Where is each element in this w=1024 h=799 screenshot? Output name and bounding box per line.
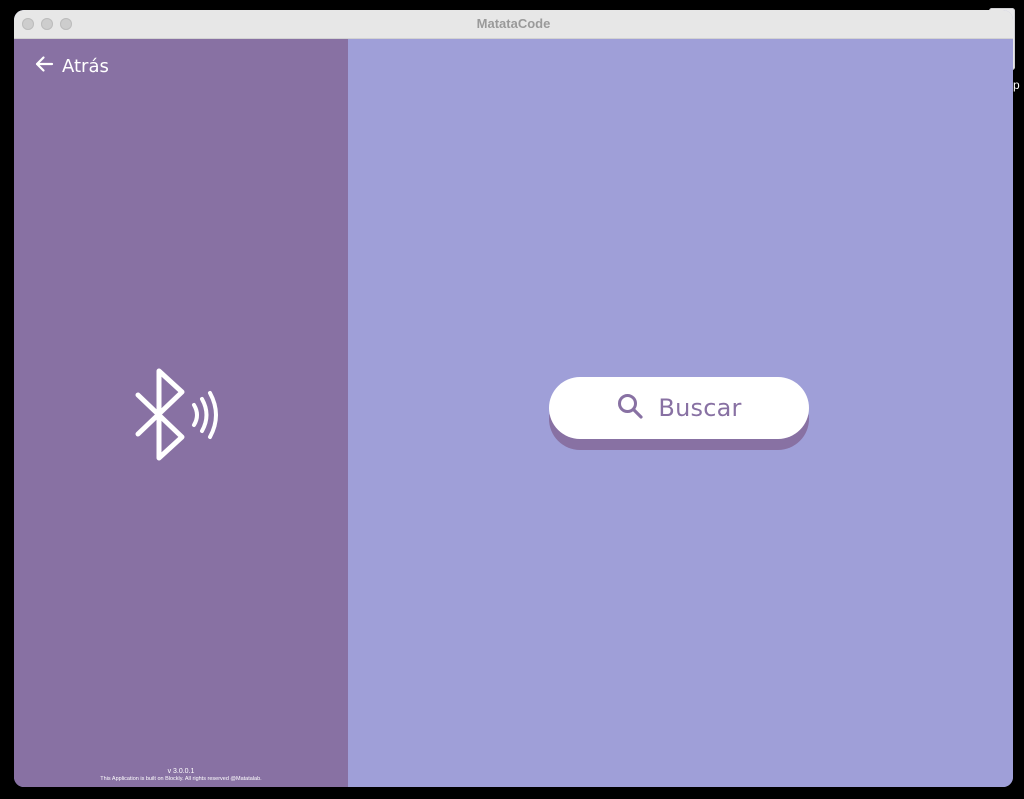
left-panel: Atrás v 3.0.0.1 This Application is buil… bbox=[14, 39, 348, 787]
back-button[interactable]: Atrás bbox=[34, 53, 109, 79]
bluetooth-icon bbox=[132, 365, 228, 465]
version-text: v 3.0.0.1 bbox=[167, 768, 195, 775]
search-icon bbox=[616, 392, 644, 424]
window-title: MatataCode bbox=[476, 16, 551, 31]
search-button[interactable]: Buscar bbox=[549, 377, 809, 439]
arrow-left-icon bbox=[34, 54, 54, 78]
back-label: Atrás bbox=[62, 55, 109, 77]
title-bar[interactable]: MatataCode bbox=[14, 10, 1013, 39]
copyright-text: This Application is built on Blockly. Al… bbox=[100, 776, 262, 782]
search-label: Buscar bbox=[658, 394, 742, 422]
app-window: MatataCode Atrás v 3.0.0.1 This Applicat… bbox=[14, 10, 1013, 787]
right-panel: Buscar bbox=[348, 39, 1013, 787]
